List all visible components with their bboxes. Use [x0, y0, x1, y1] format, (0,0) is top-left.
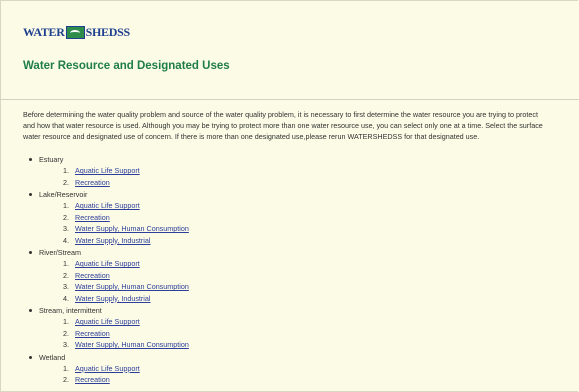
- use-list: 1. Aquatic Life Support 2. Recreation 3. Wa…: [39, 258, 189, 304]
- resource-label: Estuary: [39, 155, 64, 164]
- use-link-recreation[interactable]: Recreation: [75, 271, 110, 280]
- resource-label: Stream, intermittent: [39, 306, 102, 315]
- resource-label: Wetland: [39, 352, 66, 362]
- use-item: 2. Recreation: [63, 328, 110, 338]
- bullet-icon: [29, 251, 32, 254]
- bullet-icon: [29, 355, 32, 359]
- use-link-aquatic-life-support[interactable]: Aquatic Life Support: [75, 364, 140, 373]
- page-title: Water Resource and Designated Uses: [23, 60, 230, 72]
- use-item: 1. Aquatic Life Support: [63, 259, 140, 268]
- use-item: 3. Water Supply, Human Consumption: [63, 282, 189, 291]
- watershedss-logo[interactable]: WATER SHEDSS: [23, 25, 130, 40]
- resource-list: Estuary 1. Aquatic Life Support 2. Recreat…: [27, 154, 189, 386]
- use-link-water-supply-human[interactable]: Water Supply, Human Consumption: [75, 340, 189, 349]
- use-item: 1. Aquatic Life Support: [63, 363, 140, 373]
- use-list: 1. Aquatic Life Support 2. Recreation 3. Wa…: [39, 200, 189, 246]
- resource-label: Lake/Reservoir: [39, 190, 88, 199]
- use-list: 1. Aquatic Life Support 2. Recreation: [39, 165, 189, 188]
- use-item: 3. Water Supply, Human Consumption: [63, 340, 189, 349]
- use-link-water-supply-human[interactable]: Water Supply, Human Consumption: [75, 282, 189, 291]
- use-item: 2. Recreation: [63, 375, 110, 384]
- use-link-aquatic-life-support[interactable]: Aquatic Life Support: [75, 201, 140, 210]
- use-link-recreation[interactable]: Recreation: [75, 178, 110, 187]
- logo-text-water: WATER: [23, 25, 65, 39]
- use-item: 1. Aquatic Life Support: [63, 317, 140, 326]
- use-link-aquatic-life-support[interactable]: Aquatic Life Support: [75, 259, 140, 268]
- use-list: 1. Aquatic Life Support 2. Recreation: [39, 363, 189, 386]
- use-item: 2. Recreation: [63, 212, 110, 222]
- use-link-water-supply-industrial[interactable]: Water Supply, Industrial: [75, 294, 151, 303]
- intro-line: Before determining the water quality pro…: [23, 110, 538, 119]
- intro-line: and how that water resource is used. Alt…: [23, 121, 543, 130]
- use-link-recreation[interactable]: Recreation: [75, 375, 110, 384]
- use-link-water-supply-human[interactable]: Water Supply, Human Consumption: [75, 224, 189, 233]
- use-item: 2. Recreation: [63, 270, 110, 280]
- use-list: 1. Aquatic Life Support 2. Recreation 3. Wa…: [39, 316, 189, 351]
- use-item: 4. Water Supply, Industrial: [63, 235, 151, 245]
- resource-lake-reservoir: Lake/Reservoir 1. Aquatic Life Support 2.…: [27, 189, 189, 246]
- resource-stream-intermittent: Stream, intermittent 1. Aquatic Life Supp…: [27, 305, 189, 351]
- watershed-logo-icon: [65, 26, 85, 39]
- use-link-aquatic-life-support[interactable]: Aquatic Life Support: [75, 317, 140, 326]
- use-link-water-supply-industrial[interactable]: Water Supply, Industrial: [75, 236, 151, 245]
- resource-label: River/Stream: [39, 248, 81, 257]
- use-link-aquatic-life-support[interactable]: Aquatic Life Support: [75, 166, 140, 175]
- intro-line: water resource and designated use of con…: [23, 132, 480, 141]
- resource-wetland: Wetland 1. Aquatic Life Support 2. Recreat…: [27, 352, 189, 386]
- bullet-icon: [29, 158, 32, 161]
- bullet-icon: [29, 309, 32, 312]
- use-item: 3. Water Supply, Human Consumption: [63, 224, 189, 233]
- resource-river-stream: River/Stream 1. Aquatic Life Support 2. Re…: [27, 247, 189, 304]
- logo-text-shedss: SHEDSS: [85, 25, 131, 39]
- divider: [0, 99, 579, 100]
- use-item: 4. Water Supply, Industrial: [63, 293, 151, 303]
- use-link-recreation[interactable]: Recreation: [75, 329, 110, 338]
- resource-estuary: Estuary 1. Aquatic Life Support 2. Recreat…: [27, 154, 189, 188]
- use-link-recreation[interactable]: Recreation: [75, 213, 110, 222]
- intro-paragraph: Before determining the water quality pro…: [23, 109, 579, 142]
- use-item: 2. Recreation: [63, 177, 110, 187]
- use-item: 1. Aquatic Life Support: [63, 201, 140, 210]
- bullet-icon: [29, 193, 32, 196]
- use-item: 1. Aquatic Life Support: [63, 166, 140, 175]
